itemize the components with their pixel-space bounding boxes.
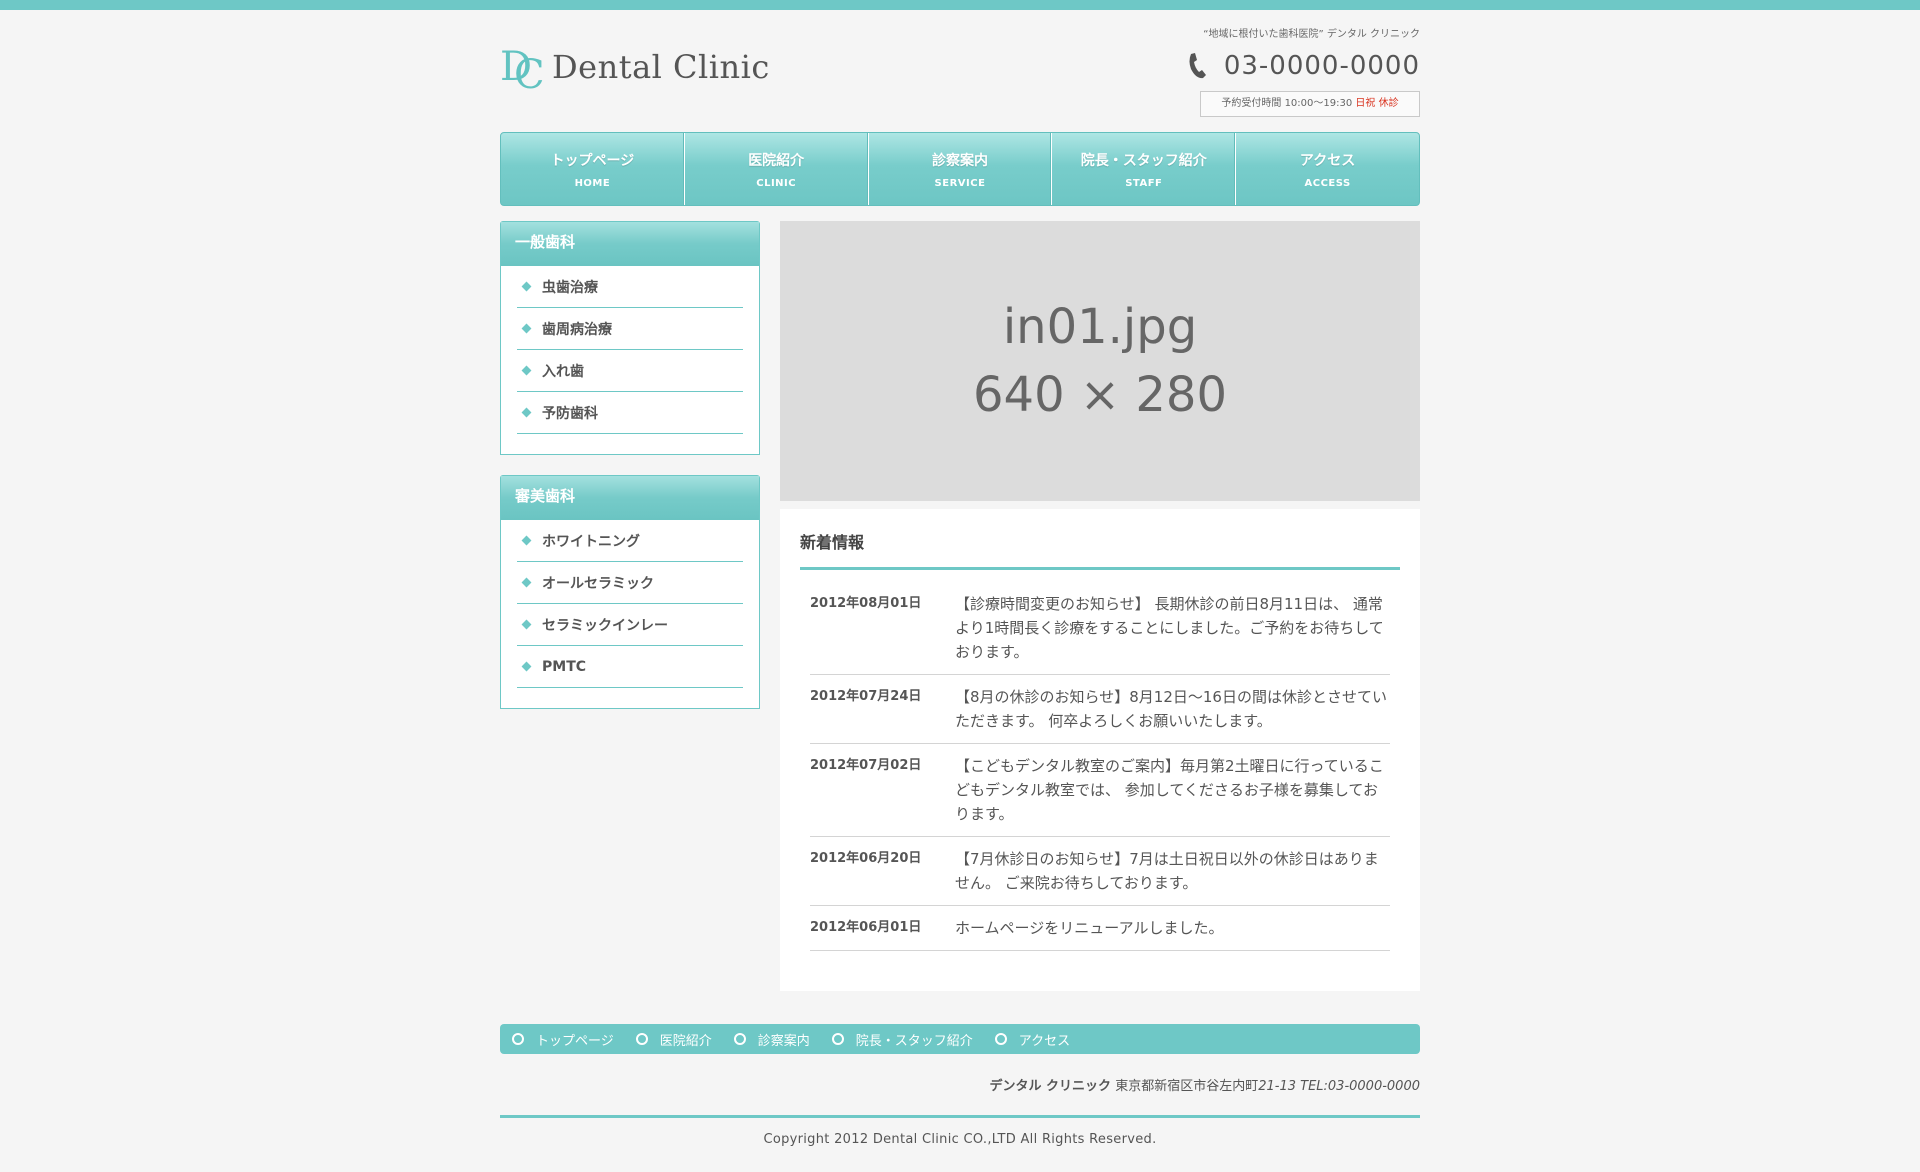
ring-bullet-icon bbox=[733, 1033, 746, 1045]
ring-bullet-icon bbox=[512, 1033, 524, 1045]
ring-bullet-icon bbox=[635, 1033, 648, 1045]
footer-link-label: 診察案内 bbox=[757, 1033, 810, 1049]
footer-link-label: アクセス bbox=[1018, 1033, 1071, 1049]
ring-bullet-icon bbox=[831, 1033, 844, 1045]
footer-address: デンタル クリニック 東京都新宿区市谷左内町21-13 TEL:03-0000-… bbox=[990, 1075, 1420, 1094]
footer-link-service[interactable]: 診察案内 bbox=[733, 1030, 810, 1049]
footer-address-text: 東京都新宿区市谷左内町 bbox=[1115, 1079, 1259, 1094]
footer-container: トップページ 医院紹介 診察案内 院長・スタッフ紹介 アクセス デンタル クリニ… bbox=[500, 0, 1420, 1172]
footer-link-staff[interactable]: 院長・スタッフ紹介 bbox=[831, 1030, 973, 1049]
copyright: Copyright 2012 Dental Clinic CO.,LTD All… bbox=[763, 1132, 1157, 1147]
footer-divider bbox=[500, 1115, 1420, 1118]
footer-link-clinic[interactable]: 医院紹介 bbox=[635, 1030, 712, 1049]
footer-clinic-name: デンタル クリニック bbox=[989, 1079, 1112, 1094]
footer-link-access[interactable]: アクセス bbox=[994, 1030, 1071, 1049]
footer-link-label: 医院紹介 bbox=[659, 1033, 712, 1049]
ring-bullet-icon bbox=[994, 1033, 1007, 1045]
footer-address-tel: 21-13 TEL:03-0000-0000 bbox=[1258, 1079, 1420, 1094]
footer-link-label: トップページ bbox=[536, 1033, 614, 1049]
footer-link-home[interactable]: トップページ bbox=[512, 1030, 614, 1049]
footer-link-label: 院長・スタッフ紹介 bbox=[855, 1033, 973, 1049]
footer-nav: トップページ 医院紹介 診察案内 院長・スタッフ紹介 アクセス bbox=[500, 1024, 1420, 1054]
